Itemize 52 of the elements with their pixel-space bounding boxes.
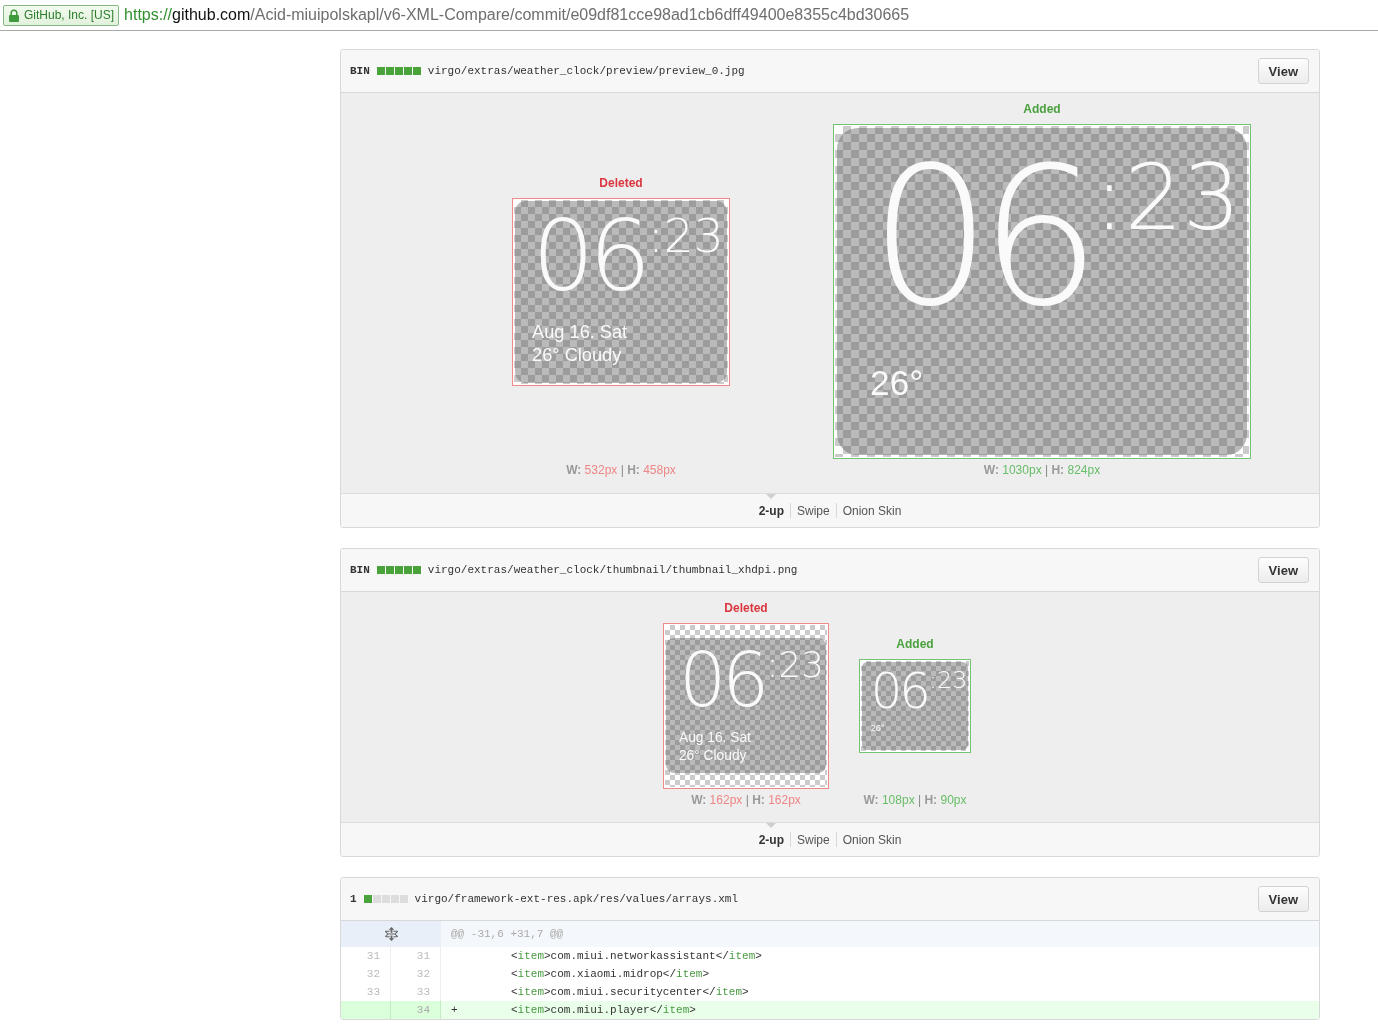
image-dimensions: W: 532px | H: 458px: [566, 463, 676, 477]
diff-stat-label: BIN: [350, 65, 370, 77]
image-dimensions: W: 108px | H: 90px: [863, 793, 967, 807]
view-mode-tab[interactable]: Swipe: [790, 502, 836, 519]
code-line: <item>com.miui.networkassistant</item>: [511, 949, 762, 964]
diff-sign: +: [451, 1004, 458, 1016]
diff-stat-label: 1: [350, 893, 357, 905]
clock-hours: 06: [678, 649, 765, 713]
lock-icon: [9, 8, 19, 22]
clock-minutes: :23: [647, 215, 724, 258]
added-label: Added: [1023, 101, 1061, 117]
view-mode-tab[interactable]: Onion Skin: [836, 502, 908, 519]
view-button[interactable]: View: [1257, 886, 1309, 912]
url-text[interactable]: https://github.com/Acid-miuipolskapl/v6-XML-Compare/commit/e09df81cce98ad1cb6dff49400e8355c4bd30665: [124, 6, 910, 24]
view-mode-tab[interactable]: Onion Skin: [836, 831, 908, 848]
unfold-icon: [384, 926, 398, 942]
deleted-label: Deleted: [724, 600, 768, 616]
clock-hours: 06: [532, 215, 646, 300]
widget-caption: Aug 16. Sat: [532, 320, 628, 344]
view-button[interactable]: View: [1257, 58, 1309, 84]
image-dimensions: W: 1030px | H: 824px: [983, 463, 1101, 477]
site-identity-label: GitHub, Inc. [US]: [24, 8, 115, 22]
widget-caption: 26°: [870, 362, 924, 405]
file-path: virgo/extras/weather_clock/thumbnail/thumbnail_xhdpi.png: [427, 564, 798, 576]
pointer-icon: [766, 823, 777, 828]
clock-hours: 06: [870, 156, 1090, 319]
hunk-header: @@ -31,6 +31,7 @@: [441, 921, 1319, 947]
widget-caption: 26° Cloudy: [532, 344, 622, 368]
expand-button[interactable]: [341, 921, 441, 947]
code-line: <item>com.miui.player</item>: [511, 1003, 696, 1018]
added-label: Added: [896, 636, 934, 652]
code-line: <item>com.miui.securitycenter</item>: [511, 985, 749, 1000]
diff-stat-label: BIN: [350, 564, 370, 576]
widget-caption: 26°: [870, 722, 885, 735]
deleted-label: Deleted: [599, 174, 643, 191]
view-mode-tab[interactable]: Swipe: [790, 831, 836, 848]
file-path: virgo/extras/weather_clock/preview/preview_0.jpg: [427, 65, 745, 77]
clock-minutes: :23: [766, 649, 824, 682]
view-button[interactable]: View: [1257, 557, 1309, 583]
pointer-icon: [766, 494, 777, 499]
file-path: virgo/framework-ext-res.apk/res/values/arrays.xml: [414, 893, 739, 905]
code-line: <item>com.xiaomi.midrop</item>: [511, 967, 710, 982]
security-badge[interactable]: GitHub, Inc. [US]: [3, 4, 120, 26]
view-mode-tab[interactable]: 2-up: [752, 831, 790, 848]
clock-minutes: :23: [1094, 156, 1241, 239]
line-number: 34: [391, 1001, 441, 1019]
widget-caption: Aug 16. Sat: [678, 728, 751, 747]
image-dimensions: W: 162px | H: 162px: [691, 793, 801, 807]
clock-minutes: :23: [929, 669, 968, 691]
view-mode-tab[interactable]: 2-up: [752, 502, 790, 519]
widget-caption: 26° Cloudy: [678, 746, 747, 765]
clock-hours: 06: [870, 669, 928, 712]
